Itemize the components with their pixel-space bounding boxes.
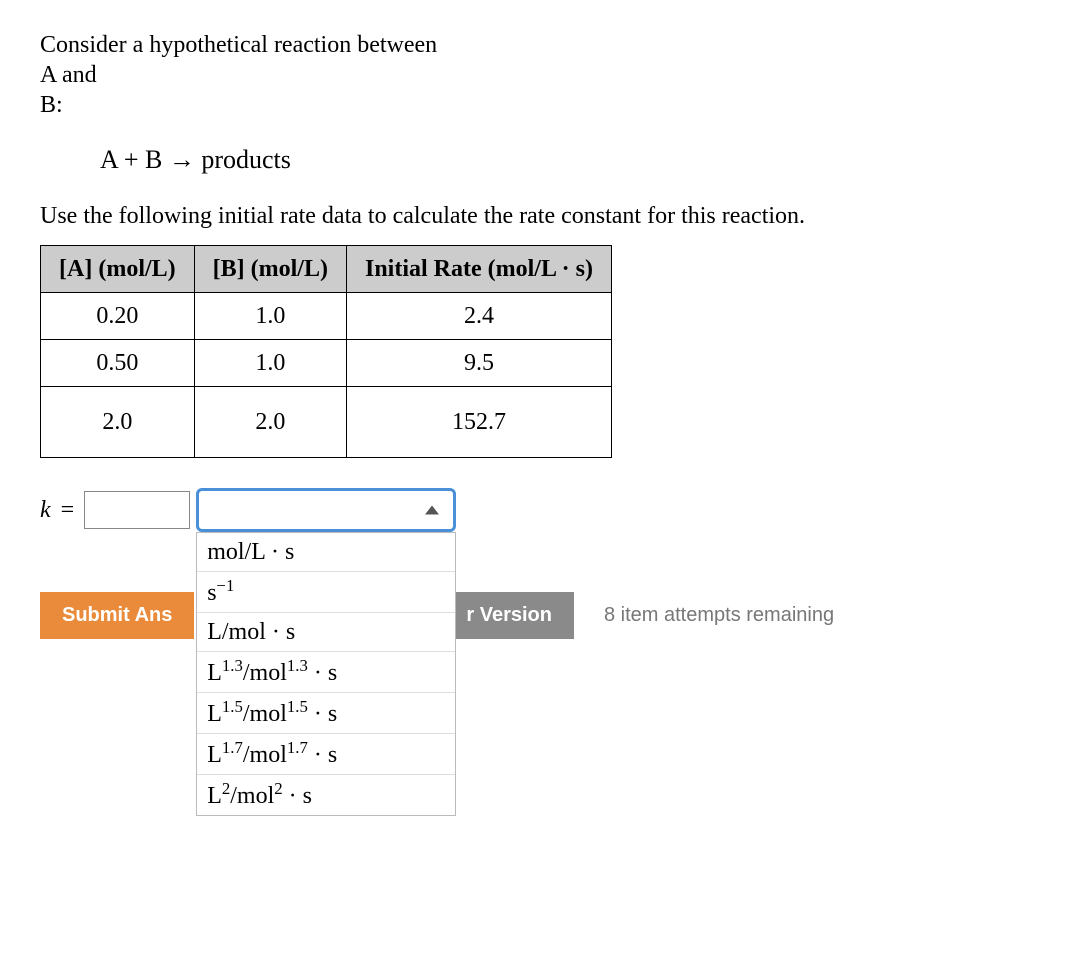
answer-row: k = mol/L · s s−1 L/mol · s L1.3/mol1.3 … bbox=[40, 488, 1034, 532]
reaction-equation: A + B → products bbox=[100, 144, 1034, 177]
unit-option[interactable]: mol/L · s bbox=[197, 533, 455, 572]
table-row: 2.0 2.0 152.7 bbox=[41, 386, 612, 457]
k-label: k bbox=[40, 495, 51, 525]
equals-sign: = bbox=[61, 495, 75, 525]
k-value-input[interactable] bbox=[84, 491, 190, 529]
button-row: Submit Ans r Version 8 item attempts rem… bbox=[40, 592, 1034, 639]
version-button[interactable]: r Version bbox=[444, 592, 574, 639]
table-row: 0.20 1.0 2.4 bbox=[41, 292, 612, 339]
unit-option[interactable]: L1.3/mol1.3 · s bbox=[197, 652, 455, 693]
submit-button[interactable]: Submit Ans bbox=[40, 592, 194, 639]
unit-option[interactable]: s−1 bbox=[197, 572, 455, 613]
col-header-rate: Initial Rate (mol/L · s) bbox=[346, 245, 611, 292]
col-header-B: [B] (mol/L) bbox=[194, 245, 346, 292]
col-header-A: [A] (mol/L) bbox=[41, 245, 195, 292]
attempts-remaining: 8 item attempts remaining bbox=[604, 603, 834, 628]
instruction-text: Use the following initial rate data to c… bbox=[40, 201, 1034, 231]
unit-option[interactable]: L1.7/mol1.7 · s bbox=[197, 734, 455, 775]
unit-option[interactable]: L/mol · s bbox=[197, 613, 455, 652]
unit-option[interactable]: L2/mol2 · s bbox=[197, 775, 455, 815]
unit-option[interactable]: L1.5/mol1.5 · s bbox=[197, 693, 455, 734]
intro-line1: Consider a hypothetical reaction between bbox=[40, 32, 437, 58]
table-row: 0.50 1.0 9.5 bbox=[41, 339, 612, 386]
unit-select[interactable] bbox=[196, 488, 456, 532]
intro-line2: A and bbox=[40, 62, 97, 88]
unit-dropdown: mol/L · s s−1 L/mol · s L1.3/mol1.3 · s … bbox=[196, 532, 456, 816]
intro-line3: B: bbox=[40, 92, 63, 118]
initial-rate-table: [A] (mol/L) [B] (mol/L) Initial Rate (mo… bbox=[40, 245, 612, 458]
problem-intro: Consider a hypothetical reaction between… bbox=[40, 30, 1034, 120]
